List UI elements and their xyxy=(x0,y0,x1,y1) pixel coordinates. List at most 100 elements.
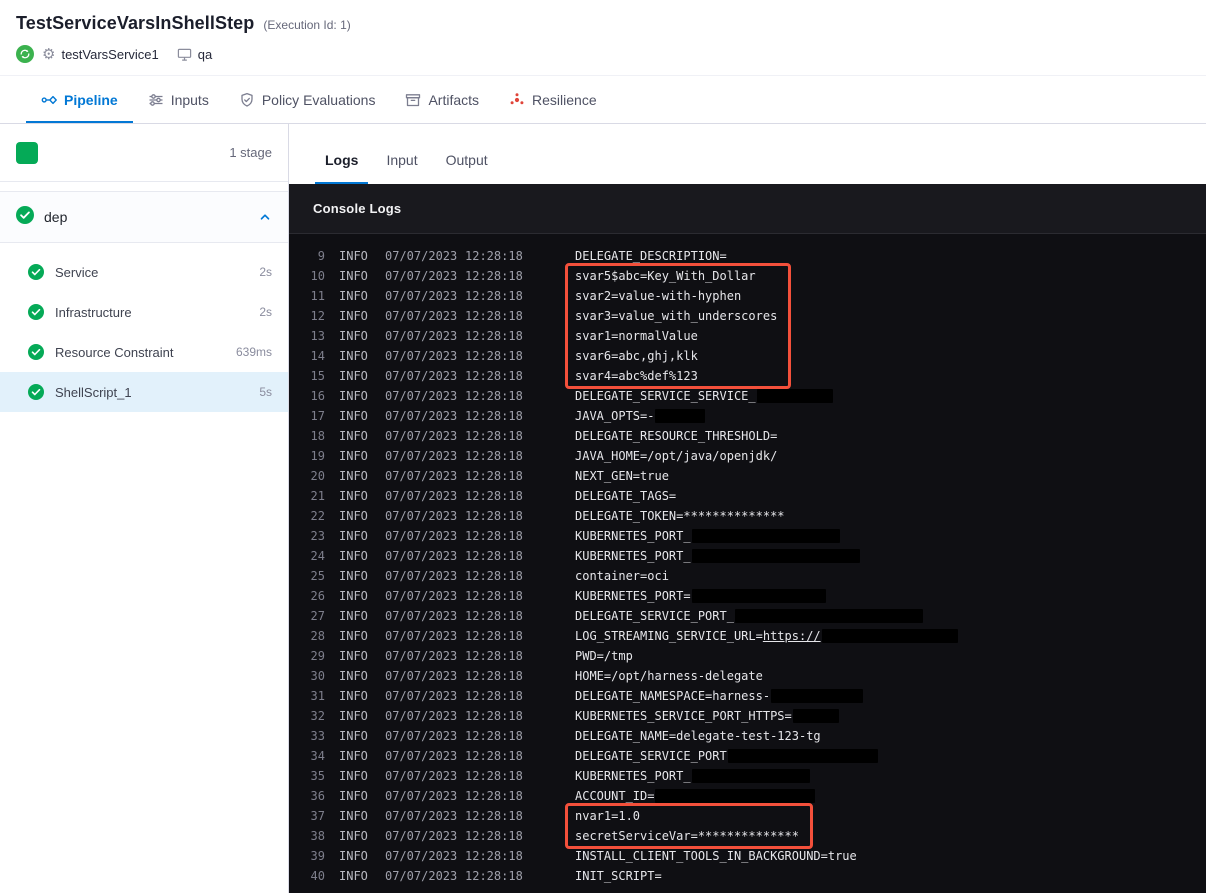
log-line-number: 31 xyxy=(310,689,325,703)
log-level: INFO xyxy=(339,689,368,703)
log-time: 12:28:18 xyxy=(465,309,523,323)
log-line-number: 19 xyxy=(310,449,325,463)
log-time: 12:28:18 xyxy=(465,329,523,343)
log-date: 07/07/2023 xyxy=(385,509,458,523)
log-date: 07/07/2023 xyxy=(385,289,458,303)
log-message: KUBERNETES_PORT_ xyxy=(575,549,860,563)
log-tabs: Logs Input Output xyxy=(289,124,1206,184)
log-time: 12:28:18 xyxy=(465,809,523,823)
log-time: 12:28:18 xyxy=(465,269,523,283)
log-level: INFO xyxy=(339,269,368,283)
log-line: 28 INFO 07/07/2023 12:28:18 LOG_STREAMING_SE… xyxy=(299,626,1206,646)
log-time: 12:28:18 xyxy=(465,489,523,503)
tab-policy-evaluations[interactable]: Policy Evaluations xyxy=(224,76,391,123)
log-line: 40 INFO 07/07/2023 12:28:18 INIT_SCRIPT= xyxy=(299,866,1206,886)
log-line: 13 INFO 07/07/2023 12:28:18 svar1=normalValu… xyxy=(299,326,1206,346)
log-level: INFO xyxy=(339,749,368,763)
step-name: ShellScript_1 xyxy=(55,384,132,400)
log-message-text: DELEGATE_TAGS= xyxy=(575,489,677,503)
log-line-number: 12 xyxy=(310,309,325,323)
tab-input[interactable]: Input xyxy=(376,152,427,184)
tab-resilience[interactable]: Resilience xyxy=(494,76,612,123)
log-message: JAVA_HOME=/opt/java/openjdk/ xyxy=(575,449,777,463)
log-level: INFO xyxy=(339,849,368,863)
log-date: 07/07/2023 xyxy=(385,409,458,423)
log-message-text: container=oci xyxy=(575,569,669,583)
log-message: DELEGATE_RESOURCE_THRESHOLD= xyxy=(575,429,777,443)
step-name: Service xyxy=(55,264,99,280)
log-message-text: NEXT_GEN=true xyxy=(575,469,669,483)
log-date: 07/07/2023 xyxy=(385,489,458,503)
log-time: 12:28:18 xyxy=(465,589,523,603)
tab-pipeline[interactable]: Pipeline xyxy=(26,76,133,123)
log-time: 12:28:18 xyxy=(465,509,523,523)
page: TestServiceVarsInShellStep (Execution Id… xyxy=(0,0,1206,893)
log-line: 32 INFO 07/07/2023 12:28:18 KUBERNETES_SERVI… xyxy=(299,706,1206,726)
log-time: 12:28:18 xyxy=(465,409,523,423)
log-link[interactable]: https:// xyxy=(763,629,821,643)
environment-name[interactable]: qa xyxy=(198,47,212,62)
log-line: 33 INFO 07/07/2023 12:28:18 DELEGATE_NAME=de… xyxy=(299,726,1206,746)
tab-label: Policy Evaluations xyxy=(261,91,376,108)
log-line: 35 INFO 07/07/2023 12:28:18 KUBERNETES_PORT_ xyxy=(299,766,1206,786)
log-line-number: 30 xyxy=(310,669,325,683)
console-title: Console Logs xyxy=(313,201,402,216)
step-row-resource-constraint[interactable]: Resource Constraint 639ms xyxy=(0,332,288,372)
step-name: Resource Constraint xyxy=(55,344,174,360)
log-line-number: 20 xyxy=(310,469,325,483)
log-time: 12:28:18 xyxy=(465,569,523,583)
log-message-text: svar2=value-with-hyphen xyxy=(575,289,742,303)
meta-row: ⚙ testVarsService1 qa xyxy=(16,45,1190,63)
log-level: INFO xyxy=(339,249,368,263)
log-message: svar1=normalValue xyxy=(575,329,698,343)
log-message: DELEGATE_TAGS= xyxy=(575,489,676,503)
tab-inputs[interactable]: Inputs xyxy=(133,76,224,123)
log-line-number: 17 xyxy=(310,409,325,423)
log-message-text: DELEGATE_SERVICE_PORT xyxy=(575,749,727,763)
log-line: 34 INFO 07/07/2023 12:28:18 DELEGATE_SERVICE… xyxy=(299,746,1206,766)
log-level: INFO xyxy=(339,529,368,543)
log-line: 12 INFO 07/07/2023 12:28:18 svar3=value_with… xyxy=(299,306,1206,326)
log-level: INFO xyxy=(339,629,368,643)
log-time: 12:28:18 xyxy=(465,829,523,843)
log-line-number: 11 xyxy=(310,289,325,303)
chevron-up-icon[interactable] xyxy=(258,210,272,224)
stage-group-dep[interactable]: dep xyxy=(0,191,288,243)
step-row-shellscript-1[interactable]: ShellScript_1 5s xyxy=(0,372,288,412)
redacted-value xyxy=(691,589,826,603)
log-line: 27 INFO 07/07/2023 12:28:18 DELEGATE_SERVICE… xyxy=(299,606,1206,626)
log-line: 29 INFO 07/07/2023 12:28:18 PWD=/tmp xyxy=(299,646,1206,666)
tab-output[interactable]: Output xyxy=(436,152,498,184)
log-line-number: 15 xyxy=(310,369,325,383)
log-level: INFO xyxy=(339,809,368,823)
log-date: 07/07/2023 xyxy=(385,329,458,343)
log-date: 07/07/2023 xyxy=(385,849,458,863)
redacted-value xyxy=(792,709,839,723)
redacted-value xyxy=(655,789,816,803)
log-line: 26 INFO 07/07/2023 12:28:18 KUBERNETES_PORT= xyxy=(299,586,1206,606)
log-line-number: 10 xyxy=(310,269,325,283)
log-line-number: 18 xyxy=(310,429,325,443)
log-line: 31 INFO 07/07/2023 12:28:18 DELEGATE_NAMESPA… xyxy=(299,686,1206,706)
log-time: 12:28:18 xyxy=(465,249,523,263)
step-row-service[interactable]: Service 2s xyxy=(0,252,288,292)
log-date: 07/07/2023 xyxy=(385,309,458,323)
success-check-icon xyxy=(28,304,44,320)
inputs-icon xyxy=(148,92,164,108)
log-level: INFO xyxy=(339,589,368,603)
tab-logs[interactable]: Logs xyxy=(315,152,368,184)
stage-status-square[interactable] xyxy=(16,141,38,164)
log-date: 07/07/2023 xyxy=(385,669,458,683)
log-time: 12:28:18 xyxy=(465,369,523,383)
log-line-number: 25 xyxy=(310,569,325,583)
log-level: INFO xyxy=(339,389,368,403)
tab-artifacts[interactable]: Artifacts xyxy=(390,76,494,123)
log-date: 07/07/2023 xyxy=(385,549,458,563)
log-message-text: KUBERNETES_PORT= xyxy=(575,589,691,603)
log-message: svar6=abc,ghj,klk xyxy=(575,349,698,363)
step-row-infrastructure[interactable]: Infrastructure 2s xyxy=(0,292,288,332)
log-date: 07/07/2023 xyxy=(385,569,458,583)
service-name[interactable]: testVarsService1 xyxy=(61,47,158,62)
log-message: svar5$abc=Key_With_Dollar xyxy=(575,269,756,283)
log-time: 12:28:18 xyxy=(465,469,523,483)
